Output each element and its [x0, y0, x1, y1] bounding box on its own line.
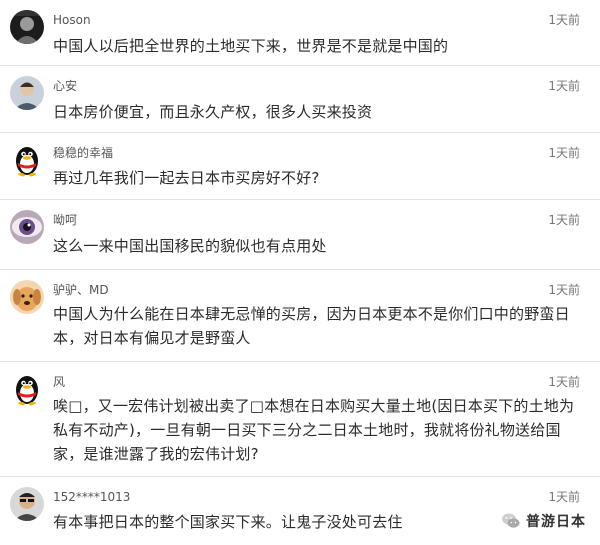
- comment-list: Hoson 1天前 中国人以后把全世界的土地买下来，世界是不是就是中国的 心安 …: [0, 0, 600, 545]
- wechat-icon: [502, 513, 520, 528]
- comment-text: 有本事把日本的整个国家买下来。让鬼子没处可去住: [53, 513, 403, 531]
- qq-penguin-icon[interactable]: [10, 372, 44, 406]
- comment-time: 1天前: [548, 146, 580, 160]
- comment-text: 再过几年我们一起去日本市买房好不好?: [53, 169, 320, 187]
- comment-username[interactable]: 驴驴、MD: [53, 282, 109, 298]
- eye-closeup-icon[interactable]: [10, 210, 44, 244]
- comment-item: 稳稳的幸福 1天前 再过几年我们一起去日本市买房好不好?: [0, 133, 600, 200]
- watermark: 普游日本: [501, 511, 586, 531]
- comment-username[interactable]: 152****1013: [53, 489, 130, 505]
- comment-username[interactable]: 风: [53, 374, 65, 390]
- comment-username[interactable]: 心安: [53, 78, 77, 94]
- watermark-text: 普游日本: [526, 514, 586, 530]
- comment-username[interactable]: 呦呵: [53, 212, 77, 228]
- comment-text: 唉□，又一宏伟计划被出卖了□本想在日本购买大量土地(因日本买下的土地为私有不动产…: [53, 397, 575, 463]
- comment-item: 驴驴、MD 1天前 中国人为什么能在日本肆无忌惮的买房，因为日本更本不是你们口中…: [0, 270, 600, 362]
- comment-text: 中国人以后把全世界的土地买下来，世界是不是就是中国的: [53, 37, 449, 55]
- dog-photo-icon[interactable]: [10, 280, 44, 314]
- person-photo-icon[interactable]: [10, 76, 44, 110]
- comment-time: 1天前: [548, 213, 580, 227]
- comment-time: 1天前: [548, 490, 580, 504]
- comment-time: 1天前: [548, 13, 580, 27]
- comment-item: 呦呵 1天前 这么一来中国出国移民的貌似也有点用处: [0, 200, 600, 270]
- comment-username[interactable]: 稳稳的幸福: [53, 145, 113, 161]
- comment-time: 1天前: [548, 79, 580, 93]
- comment-time: 1天前: [548, 375, 580, 389]
- comment-item: 心安 1天前 日本房价便宜，而且永久产权，很多人买来投资: [0, 66, 600, 133]
- comment-item: Hoson 1天前 中国人以后把全世界的土地买下来，世界是不是就是中国的: [0, 0, 600, 66]
- comment-text: 日本房价便宜，而且永久产权，很多人买来投资: [53, 103, 373, 121]
- sunglasses-portrait-icon[interactable]: [10, 487, 44, 521]
- qq-penguin-icon[interactable]: [10, 143, 44, 177]
- dark-portrait-icon[interactable]: [10, 10, 44, 44]
- comment-text: 这么一来中国出国移民的貌似也有点用处: [53, 237, 327, 255]
- comment-username[interactable]: Hoson: [53, 12, 91, 28]
- comment-time: 1天前: [548, 283, 580, 297]
- comment-item: 风 1天前 唉□，又一宏伟计划被出卖了□本想在日本购买大量土地(因日本买下的土地…: [0, 362, 600, 477]
- comment-text: 中国人为什么能在日本肆无忌惮的买房，因为日本更本不是你们口中的野蛮日本，对日本有…: [53, 305, 570, 347]
